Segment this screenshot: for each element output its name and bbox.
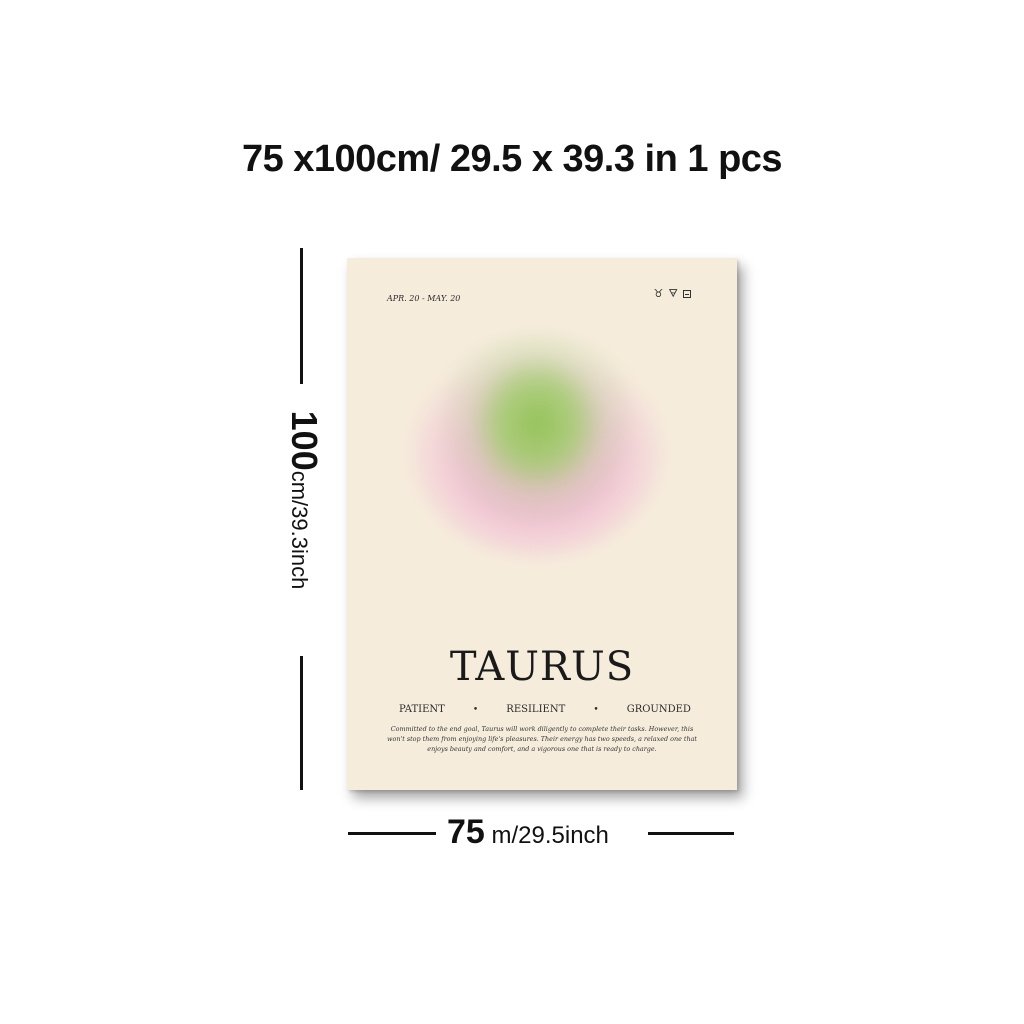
poster-description: Committed to the end goal, Taurus will w… [387, 725, 697, 753]
height-marker-line-bottom [300, 656, 303, 790]
date-range: APR. 20 - MAY. 20 [387, 294, 461, 303]
trait-patient: PATIENT [399, 704, 445, 715]
trait-separator: • [472, 704, 479, 715]
height-number: 100 [284, 410, 325, 471]
zodiac-symbols: ♉ 🜃 [653, 287, 691, 300]
size-headline: 75 x100cm/ 29.5 x 39.3 in 1 pcs [241, 138, 783, 180]
width-unit: m/29.5inch [484, 822, 609, 849]
traits-row: PATIENT • RESILIENT • GROUNDED [399, 704, 691, 715]
trait-resilient: RESILIENT [506, 704, 566, 715]
box-glyph-icon [683, 289, 691, 298]
width-number: 75 [447, 813, 485, 851]
poster-title: TAURUS [449, 644, 635, 690]
taurus-symbol-icon: ♉ [653, 287, 664, 300]
height-label: 100cm/39.3inch [283, 411, 325, 590]
height-marker-line-top [300, 248, 303, 384]
taurus-poster: APR. 20 - MAY. 20 ♉ 🜃 TAURUS PATIENT • R… [347, 258, 737, 790]
width-marker-line-left [348, 832, 436, 835]
trait-grounded: GROUNDED [626, 704, 691, 715]
earth-element-icon: 🜃 [668, 287, 678, 300]
height-unit: cm/39.3inch [287, 470, 312, 590]
width-label: 75 m/29.5inch [447, 813, 609, 852]
trait-separator: • [593, 704, 599, 715]
gradient-orb [409, 334, 665, 558]
width-marker-line-right [648, 832, 734, 835]
